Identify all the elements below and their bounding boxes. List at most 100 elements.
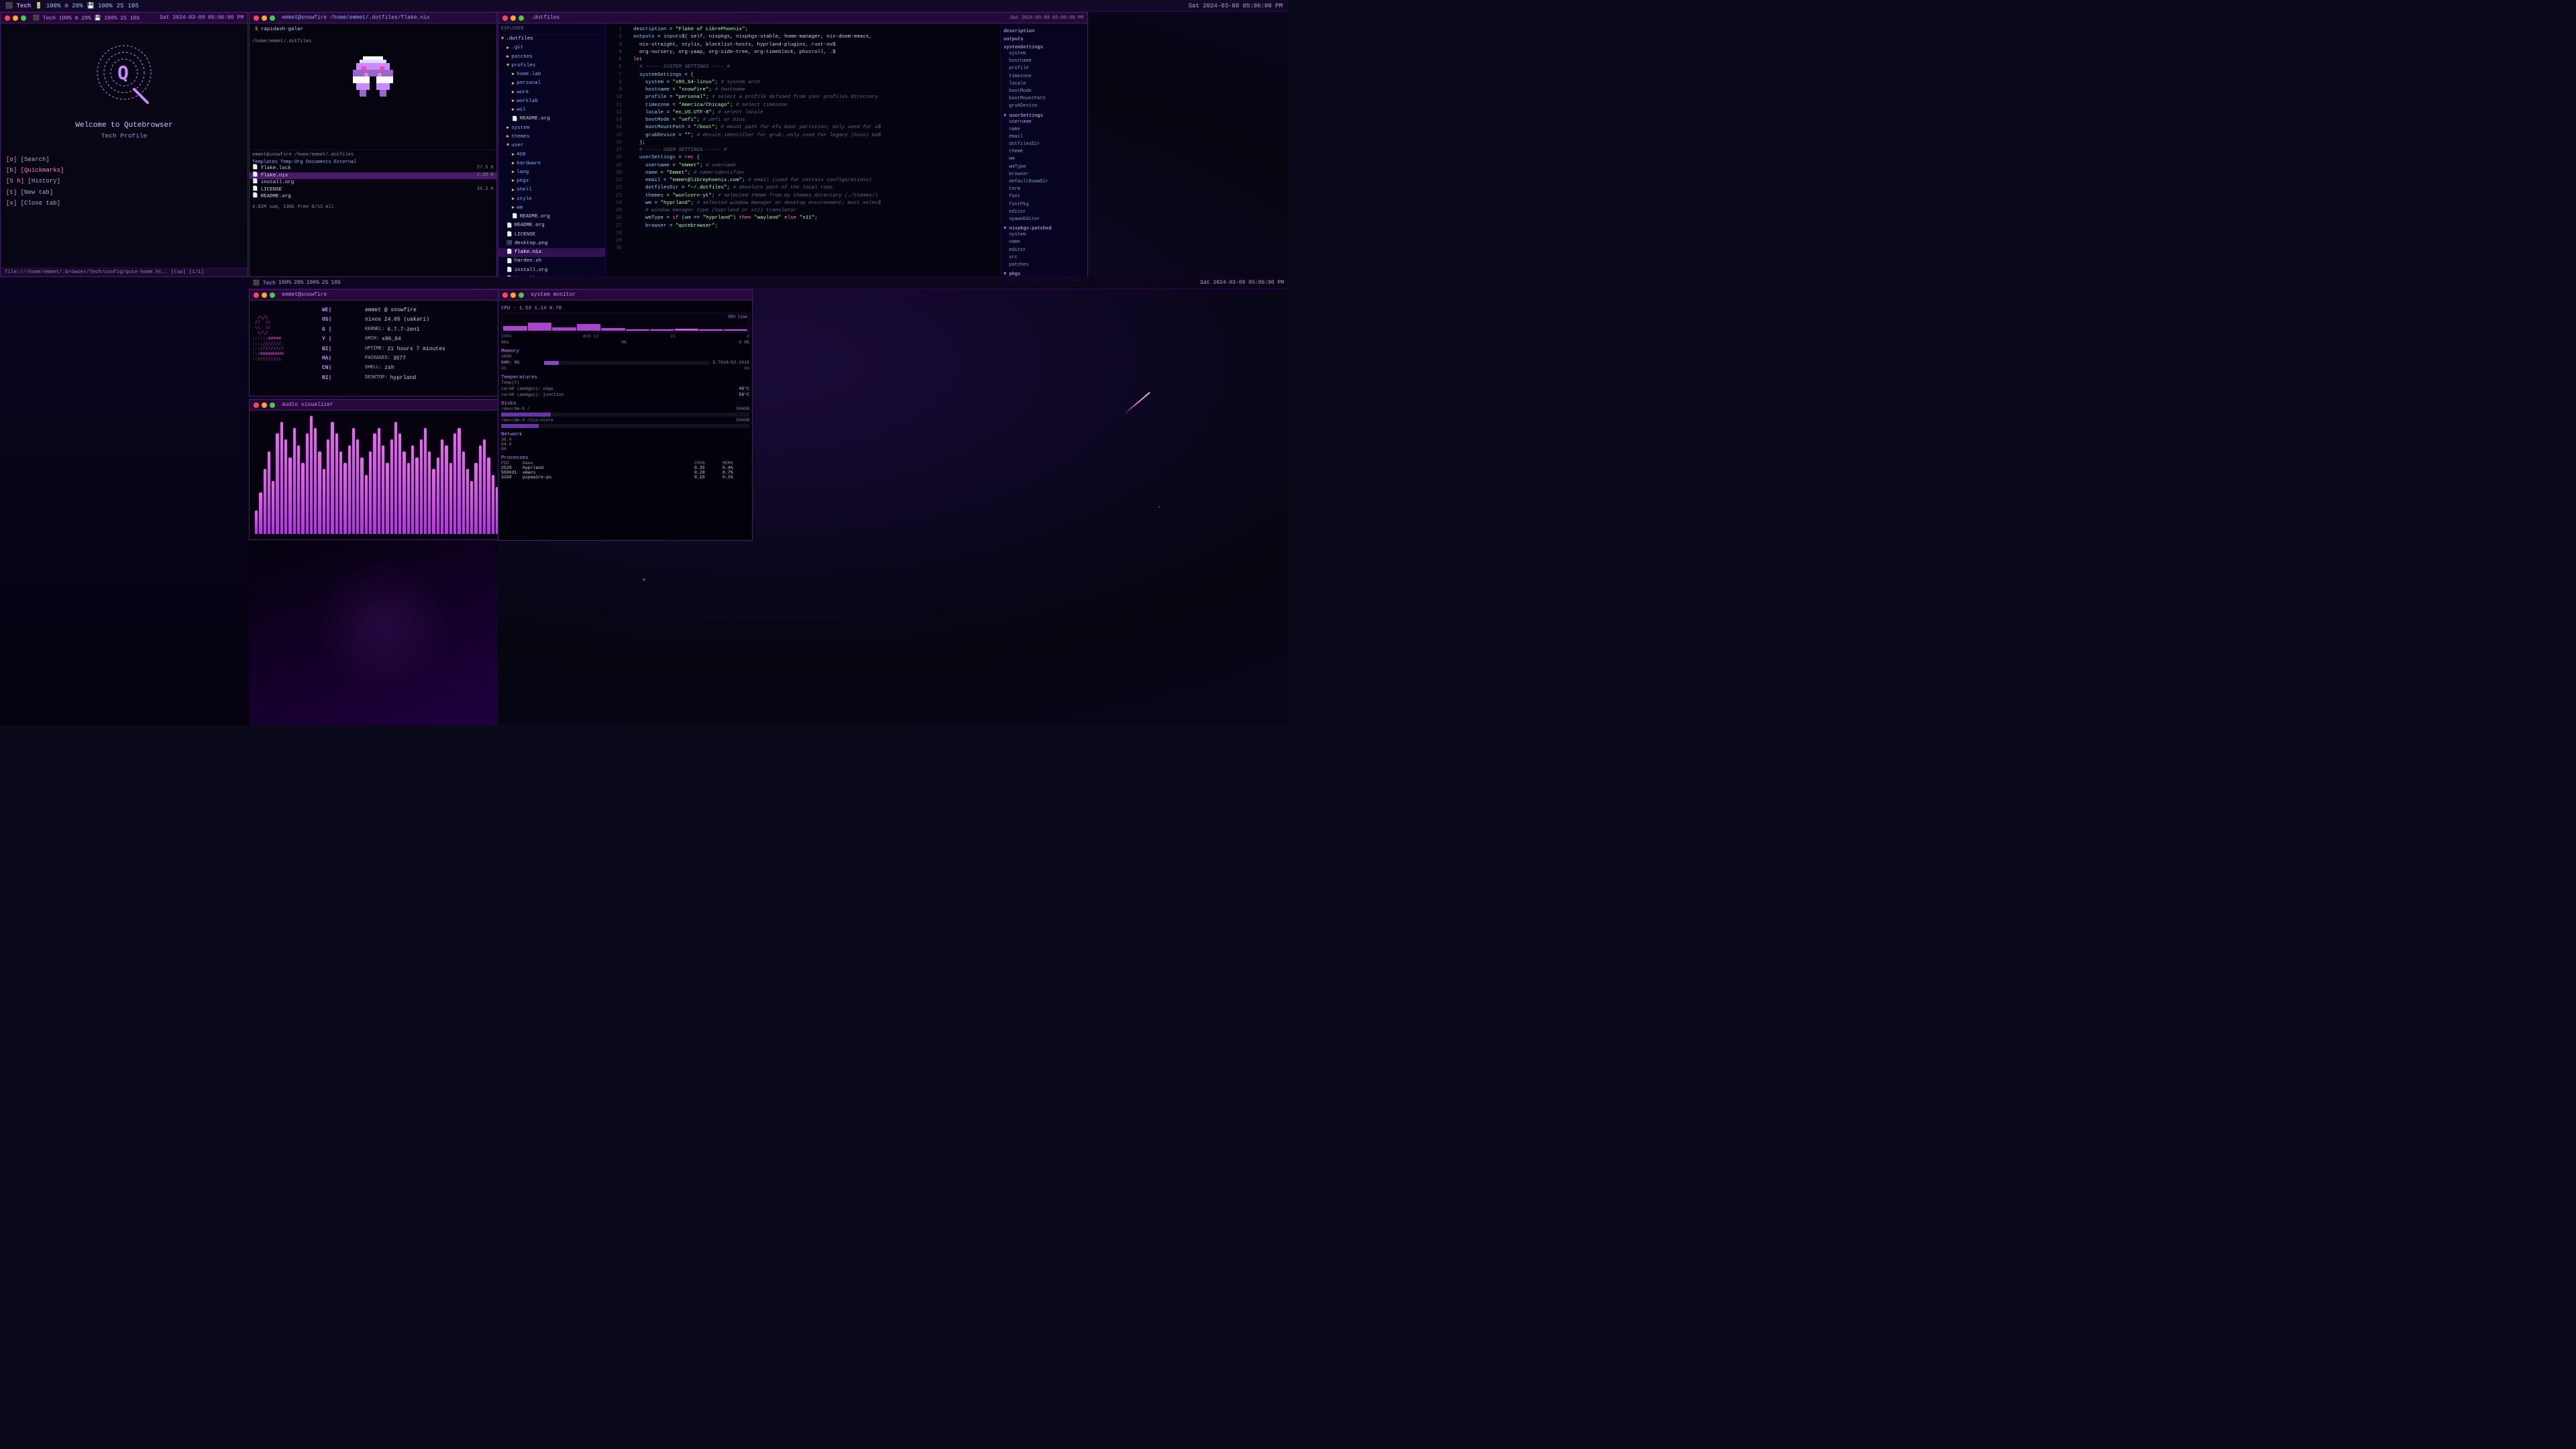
tree-shell[interactable]: ▶ shell: [498, 186, 605, 195]
t1-path: emmet@snowfire /home/emmet/.dotfiles/fla…: [282, 15, 430, 21]
outline-locale[interactable]: locale: [1004, 80, 1085, 88]
tree-wsl[interactable]: ▶ wsl: [498, 106, 605, 115]
tree-worklab[interactable]: ▶ worklab: [498, 97, 605, 106]
nf-max[interactable]: [270, 292, 275, 298]
sm-mem-stats: 0% 0%: [501, 366, 749, 371]
sm-max[interactable]: [519, 292, 524, 298]
qb-menu-newtab[interactable]: [t] [New tab]: [6, 187, 242, 198]
qb-menu-history[interactable]: [S h] [History]: [6, 176, 242, 186]
outline-spawneditor[interactable]: spawnEditor: [1004, 216, 1085, 223]
viz-bar-12: [306, 433, 309, 534]
statusbar-left: ⬛ Tech 🔋 100% ⚙ 20% 💾 100% 2S 10S: [5, 3, 139, 9]
qb-menu-closetab[interactable]: [x] [Close tab]: [6, 198, 242, 209]
file-item-install[interactable]: 📄 install.org: [250, 179, 496, 186]
outline-email[interactable]: email: [1004, 133, 1085, 141]
sb-tasks: 2S: [117, 3, 124, 9]
tree-work[interactable]: ▶ work: [498, 89, 605, 97]
sm-close[interactable]: [502, 292, 508, 298]
viz-min[interactable]: [262, 402, 267, 408]
outline-browser[interactable]: browser: [1004, 171, 1085, 178]
tree-themes[interactable]: ▶ themes: [498, 133, 605, 142]
max-btn[interactable]: [21, 15, 26, 21]
close-btn[interactable]: [5, 15, 10, 21]
outline-np-src[interactable]: src: [1004, 254, 1085, 262]
sm-disk-row1: /dev/dm-0 /504GB: [501, 407, 749, 411]
tree-user[interactable]: ▼ user: [498, 142, 605, 150]
outline-timezone[interactable]: timezone: [1004, 73, 1085, 80]
tree-install-org[interactable]: 📄 install.org: [498, 266, 605, 275]
file-item-flakenix[interactable]: 📄 flake.nix 2.26 K: [250, 172, 496, 180]
outline-defaultroamdir[interactable]: defaultRoamDir: [1004, 178, 1085, 186]
nf-kernel-label: KERNEL:: [365, 325, 384, 335]
file-item-license[interactable]: 📄 LICENSE 34.2 K: [250, 186, 496, 194]
ed-title: .dotfiles: [531, 15, 559, 21]
outline-wm[interactable]: wm: [1004, 156, 1085, 163]
nf-close[interactable]: [254, 292, 259, 298]
ed-close[interactable]: [502, 15, 508, 21]
outline-bootmountpath[interactable]: bootMountPath: [1004, 95, 1085, 103]
tree-profiles[interactable]: ▼ profiles: [498, 62, 605, 70]
tree-lang[interactable]: ▶ lang: [498, 168, 605, 177]
outline-editor[interactable]: editor: [1004, 209, 1085, 216]
viz-close[interactable]: [254, 402, 259, 408]
tree-pkgs[interactable]: ▶ pkgs: [498, 177, 605, 186]
tree-readme-profiles[interactable]: 📄 README.org: [498, 115, 605, 123]
outline-font[interactable]: font: [1004, 193, 1085, 201]
tree-system[interactable]: ▶ system: [498, 124, 605, 133]
code-line-27: wm = "hyprland"; # selected window manag…: [627, 200, 998, 207]
t1-close[interactable]: [254, 15, 259, 21]
outline-system-settings: systemSettings: [1004, 45, 1085, 50]
tree-style[interactable]: ▶ style: [498, 195, 605, 204]
tree-wm[interactable]: ▶ wm: [498, 204, 605, 213]
tree-desktop-png[interactable]: 🖼 desktop.png: [498, 239, 605, 248]
outline-wmtype[interactable]: wmType: [1004, 164, 1085, 171]
tree-homelab[interactable]: ▶ home.lab: [498, 70, 605, 79]
tree-license[interactable]: 📄 LICENSE: [498, 231, 605, 239]
global-statusbar: ⬛ Tech 🔋 100% ⚙ 20% 💾 100% 2S 10S Sat 20…: [0, 0, 1288, 12]
t1-min[interactable]: [262, 15, 267, 21]
outline-username[interactable]: username: [1004, 119, 1085, 126]
tree-git[interactable]: ▶ .git: [498, 44, 605, 52]
tree-patches[interactable]: ▶ patches: [498, 53, 605, 62]
tree-flake-nix[interactable]: 📄 flake.nix: [498, 248, 605, 257]
tree-harden[interactable]: 📄 harden.sh: [498, 257, 605, 266]
outline-profile[interactable]: profile: [1004, 65, 1085, 72]
sm-min[interactable]: [511, 292, 516, 298]
nf-ascii-art: /\/\ // \\ \\ // \/\/ ::::::##### :::://…: [250, 301, 317, 396]
tree-readme-user[interactable]: 📄 README.org: [498, 213, 605, 221]
outline-dotfilesdir[interactable]: dotfilesDir: [1004, 141, 1085, 148]
outline-np-patches[interactable]: patches: [1004, 262, 1085, 269]
outline-system[interactable]: system: [1004, 50, 1085, 58]
ed-max[interactable]: [519, 15, 524, 21]
viz-max[interactable]: [270, 402, 275, 408]
file-item-flakelock[interactable]: 📄 flake.lock 27.5 K: [250, 165, 496, 172]
tree-hardware[interactable]: ▶ hardware: [498, 160, 605, 168]
viz-bar-24: [356, 439, 359, 534]
outline-hostname[interactable]: hostname: [1004, 58, 1085, 65]
outline-name[interactable]: name: [1004, 126, 1085, 133]
viz-bar-20: [339, 451, 342, 534]
t1-max[interactable]: [270, 15, 275, 21]
min-btn[interactable]: [13, 15, 18, 21]
ed-min[interactable]: [511, 15, 516, 21]
viz-bar-48: [458, 428, 460, 534]
outline-theme[interactable]: theme: [1004, 148, 1085, 156]
viz-bar-36: [407, 463, 410, 534]
outline-np-system[interactable]: system: [1004, 231, 1085, 239]
outline-np-name[interactable]: name: [1004, 239, 1085, 246]
tree-readme-root[interactable]: 📄 README.org: [498, 221, 605, 230]
outline-fontpkg[interactable]: fontPkg: [1004, 201, 1085, 209]
nf-min[interactable]: [262, 292, 267, 298]
tree-personal[interactable]: ▶ personal: [498, 79, 605, 88]
viz-bar-49: [462, 451, 465, 534]
tree-dotfiles[interactable]: ▼ .dotfiles: [498, 35, 605, 44]
bsb-battery: 100%: [278, 280, 291, 286]
tree-app[interactable]: ▶ app: [498, 150, 605, 159]
qb-menu-search[interactable]: [o] [Search]: [6, 154, 242, 165]
qb-menu-quickmarks[interactable]: [b] [Quickmarks]: [6, 165, 242, 176]
outline-np-editor[interactable]: editor: [1004, 247, 1085, 254]
outline-term[interactable]: term: [1004, 186, 1085, 193]
outline-bootmode[interactable]: bootMode: [1004, 88, 1085, 95]
outline-grubdevice[interactable]: grubDevice: [1004, 103, 1085, 110]
file-item-readme[interactable]: 📄 README.org: [250, 193, 496, 201]
